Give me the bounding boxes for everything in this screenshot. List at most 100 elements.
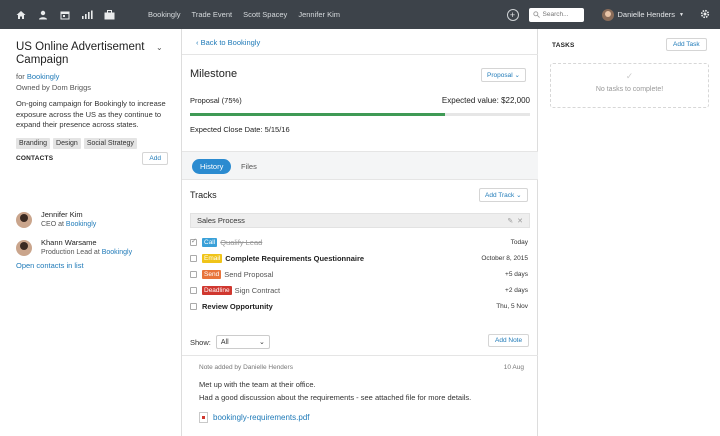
contact-role: CEO at Bookingly	[41, 221, 96, 228]
task-label[interactable]: Send Proposal	[224, 270, 273, 279]
stage-dropdown[interactable]: Proposal ⌄	[481, 68, 526, 82]
chevron-down-icon: ⌄	[514, 72, 520, 79]
filter-value: All	[220, 338, 229, 346]
milestone-title: Milestone	[190, 68, 238, 80]
add-track-dropdown[interactable]: Add Track ⌄	[479, 188, 528, 202]
campaign-for: for Bookingly	[16, 72, 181, 83]
note-line: Met up with the team at their office.	[199, 380, 316, 389]
nav-link-jennifer-kim[interactable]: Jennifer Kim	[298, 10, 340, 19]
chevron-down-icon: ⌄	[258, 339, 265, 346]
expected-close-date: Expected Close Date: 5/15/16	[190, 125, 290, 134]
attachment-link[interactable]: bookingly-requirements.pdf	[213, 413, 310, 422]
bar-chart-icon[interactable]	[76, 0, 98, 29]
progress-bar	[190, 113, 530, 116]
home-icon[interactable]	[10, 0, 32, 29]
contacts-heading: CONTACTS	[16, 155, 54, 162]
milestone-pane: ‹ Back to Bookingly Milestone Proposal ⌄…	[182, 29, 538, 436]
nav-link-scott-spacey[interactable]: Scott Spacey	[243, 10, 287, 19]
notes-filter-select[interactable]: All ⌄	[215, 335, 270, 349]
tag-list: Branding Design Social Strategy	[16, 137, 181, 149]
close-icon[interactable]: ✕	[517, 218, 523, 225]
tag[interactable]: Design	[53, 137, 81, 149]
add-new-button[interactable]: +	[506, 8, 519, 21]
tracks-heading: Tracks	[190, 190, 217, 200]
divider	[182, 54, 538, 55]
campaign-details-pane: US Online Advertisement Campaign ⌄ for B…	[0, 29, 182, 436]
track-task: Review Opportunity Thu, 5 Nov	[190, 302, 528, 311]
show-label: Show:	[190, 337, 211, 347]
task-due: October 8, 2015	[481, 255, 528, 262]
pencil-icon[interactable]: ✎	[507, 218, 513, 225]
progress-label: Proposal (75%)	[190, 96, 242, 105]
nav-link-trade-event[interactable]: Trade Event	[192, 10, 233, 19]
back-link[interactable]: ‹ Back to Bookingly	[196, 38, 260, 47]
recent-items-links: Bookingly Trade Event Scott Spacey Jenni…	[148, 10, 351, 19]
task-type-badge: Call	[202, 238, 218, 247]
progress-fill	[190, 113, 445, 116]
add-contact-button[interactable]: Add	[142, 152, 168, 165]
contact-name[interactable]: Khann Warsame	[41, 238, 132, 247]
progress-row: Proposal (75%) Expected value: $22,000	[190, 96, 530, 105]
tag[interactable]: Social Strategy	[83, 137, 137, 149]
topbar-right-group: + Danielle Henders ▼	[506, 0, 720, 29]
person-icon[interactable]	[32, 0, 54, 29]
for-prefix: for	[16, 72, 25, 81]
task-label[interactable]: Qualify Lead	[220, 238, 262, 247]
note-attachment[interactable]: bookingly-requirements.pdf	[199, 412, 310, 423]
contact-item[interactable]: Jennifer Kim CEO at Bookingly	[16, 210, 96, 228]
task-label[interactable]: Review Opportunity	[202, 302, 273, 311]
gear-icon[interactable]	[700, 9, 710, 21]
add-note-button[interactable]: Add Note	[488, 334, 530, 347]
open-contacts-link[interactable]: Open contacts in list	[16, 261, 84, 270]
company-link[interactable]: Bookingly	[27, 72, 60, 81]
task-type-badge: Send	[202, 270, 222, 279]
task-label[interactable]: Sign Contract	[235, 286, 280, 295]
contact-item[interactable]: Khann Warsame Production Lead at Booking…	[16, 238, 132, 256]
task-checkbox[interactable]	[190, 271, 197, 278]
company-link[interactable]: Bookingly	[66, 221, 96, 228]
nav-icon-group	[10, 0, 120, 29]
tag[interactable]: Branding	[16, 137, 51, 149]
search-box[interactable]	[528, 7, 584, 22]
note-author: Note added by Danielle Henders	[199, 364, 293, 371]
note-meta: Note added by Danielle Henders 10 Aug	[199, 364, 524, 371]
role-text: Production Lead at	[41, 249, 100, 256]
task-checkbox[interactable]	[190, 237, 197, 246]
search-input[interactable]	[542, 11, 583, 18]
tasks-empty-state: ✓ No tasks to complete!	[550, 63, 709, 108]
notes-filter: Show: All ⌄	[190, 335, 270, 349]
add-track-label: Add Track	[485, 192, 515, 199]
task-checkbox[interactable]	[190, 287, 197, 294]
contact-role: Production Lead at Bookingly	[41, 249, 132, 256]
empty-message: No tasks to complete!	[595, 86, 664, 93]
task-checkbox[interactable]	[190, 303, 197, 310]
task-label[interactable]: Complete Requirements Questionnaire	[225, 254, 364, 263]
task-type-badge: Deadline	[202, 286, 232, 295]
tab-history[interactable]: History	[192, 159, 232, 174]
contact-name[interactable]: Jennifer Kim	[41, 210, 96, 219]
briefcase-icon[interactable]	[98, 0, 120, 29]
nav-link-bookingly[interactable]: Bookingly	[148, 10, 181, 19]
chevron-down-icon[interactable]: ⌄	[156, 43, 163, 52]
track-task: Send Send Proposal +5 days	[190, 270, 528, 279]
chevron-down-icon: ▼	[679, 11, 684, 18]
expected-value: Expected value: $22,000	[441, 96, 530, 105]
campaign-meta: for Bookingly Owned by Dom Briggs	[16, 72, 181, 93]
task-due: Today	[510, 239, 528, 246]
checkmark-icon: ✓	[625, 71, 634, 81]
company-link[interactable]: Bookingly	[102, 249, 132, 256]
task-checkbox[interactable]	[190, 255, 197, 262]
track-task: Call Qualify Lead Today	[190, 237, 528, 247]
track-task: Deadline Sign Contract +2 days	[190, 286, 528, 295]
contacts-header: CONTACTS Add	[16, 152, 168, 165]
calendar-icon[interactable]	[54, 0, 76, 29]
note-body: Met up with the team at their office. Ha…	[199, 379, 471, 404]
note-line: Had a good discussion about the requirem…	[199, 392, 472, 402]
add-task-button[interactable]: Add Task	[666, 38, 707, 51]
avatar	[16, 212, 32, 228]
user-menu[interactable]: Danielle Henders ▼	[601, 8, 684, 21]
campaign-description: On-going campaign for Bookingly to incre…	[16, 99, 166, 129]
tab-files[interactable]: Files	[241, 162, 257, 171]
track-task: Email Complete Requirements Questionnair…	[190, 254, 528, 263]
avatar	[16, 240, 32, 256]
